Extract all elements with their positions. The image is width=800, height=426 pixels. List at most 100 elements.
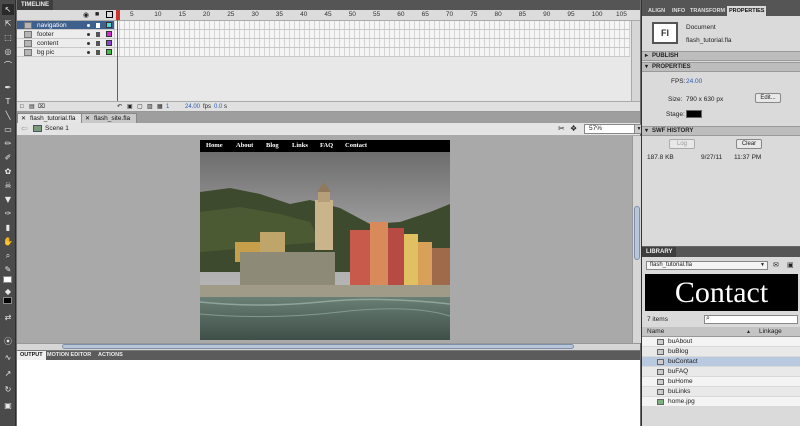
swap-colors-icon[interactable]: ⇄: [2, 312, 14, 323]
paint-bucket-tool-icon[interactable]: ▼: [2, 194, 14, 205]
layer-row[interactable]: navigation: [17, 21, 114, 30]
layer-row[interactable]: footer: [17, 30, 114, 39]
tab-transform[interactable]: TRANSFORM: [688, 6, 727, 16]
stage-background-photo[interactable]: [200, 152, 450, 340]
free-transform-tool-icon[interactable]: ⬚: [2, 32, 14, 43]
visibility-dot-icon[interactable]: [87, 42, 90, 45]
library-item[interactable]: buHome: [642, 377, 800, 387]
column-name-header[interactable]: Name: [647, 327, 664, 337]
edit-button[interactable]: Edit...: [755, 93, 781, 103]
smooth-icon[interactable]: ∿: [2, 352, 14, 363]
center-frame-icon[interactable]: ↶: [117, 102, 122, 112]
rectangle-tool-icon[interactable]: ▭: [2, 124, 14, 135]
visibility-dot-icon[interactable]: [87, 24, 90, 27]
pen-tool-icon[interactable]: ✒: [2, 82, 14, 93]
tab-motion-editor[interactable]: MOTION EDITOR: [44, 351, 94, 360]
hand-tool-icon[interactable]: ✋: [2, 236, 14, 247]
pencil-tool-icon[interactable]: ✏: [2, 138, 14, 149]
ink-bottle-icon[interactable]: ▣: [2, 400, 14, 411]
stroke-color-icon[interactable]: ✎: [2, 264, 14, 275]
edit-multiple-frames-icon[interactable]: ▧: [147, 102, 153, 112]
selection-tool-icon[interactable]: ↖: [2, 4, 14, 15]
fill-color-icon[interactable]: ◆: [2, 286, 14, 297]
sort-icon[interactable]: ▲: [746, 327, 751, 337]
frame-row[interactable]: [114, 30, 630, 39]
brush-tool-icon[interactable]: ✐: [2, 152, 14, 163]
stage-vertical-scrollbar[interactable]: [632, 136, 641, 343]
tab-library[interactable]: LIBRARY: [642, 247, 677, 257]
edit-symbols-icon[interactable]: ❖: [570, 124, 577, 133]
library-item[interactable]: home.jpg: [642, 397, 800, 407]
library-item[interactable]: buFAQ: [642, 367, 800, 377]
subselection-tool-icon[interactable]: ⇱: [2, 18, 14, 29]
tab-actions[interactable]: ACTIONS: [95, 351, 126, 360]
timeline-tab[interactable]: TIMELINE: [17, 0, 53, 10]
zoom-tool-icon[interactable]: ⌕: [2, 250, 14, 261]
lock-all-icon[interactable]: ■: [95, 11, 99, 18]
playhead[interactable]: [116, 10, 120, 102]
stage-nav-item[interactable]: FAQ: [320, 142, 333, 149]
stage-nav-item[interactable]: Contact: [345, 142, 367, 149]
show-hide-icon[interactable]: ◉: [83, 11, 89, 19]
stage-horizontal-scroll-thumb[interactable]: [62, 344, 574, 349]
zoom-select[interactable]: 57% ▼: [584, 124, 644, 134]
stage-nav-item[interactable]: About: [236, 142, 253, 149]
lock-icon[interactable]: [96, 50, 100, 55]
swf-history-section[interactable]: SWF HISTORY: [642, 126, 800, 136]
visibility-dot-icon[interactable]: [87, 33, 90, 36]
publish-section[interactable]: PUBLISH: [642, 51, 800, 61]
lock-icon[interactable]: [96, 23, 100, 28]
doc-tab-flash-site[interactable]: ✕ flash_site.fla: [81, 113, 138, 123]
new-folder-icon[interactable]: ▤: [29, 102, 35, 112]
timeline-fps[interactable]: 24.00: [185, 102, 200, 112]
edit-scene-icon[interactable]: ✂: [558, 124, 565, 133]
library-item[interactable]: buLinks: [642, 387, 800, 397]
deco-tool-icon[interactable]: ✿: [2, 166, 14, 177]
3d-rotation-tool-icon[interactable]: ◎: [2, 46, 14, 57]
eraser-tool-icon[interactable]: ▮: [2, 222, 14, 233]
timeline-vertical-scrollbar[interactable]: [631, 21, 640, 101]
stage-vertical-scroll-thumb[interactable]: [634, 206, 640, 260]
frame-ruler[interactable]: ◉ ■ 5 10 15 20 25 30 35 40 45 50 55 60 65 70 75 80 85 90 9…: [17, 10, 640, 21]
fill-color-swatch[interactable]: [3, 297, 12, 304]
frame-row[interactable]: [114, 39, 630, 48]
stage-nav-item[interactable]: Links: [292, 142, 308, 149]
column-linkage-header[interactable]: Linkage: [759, 327, 782, 337]
outline-color-icon[interactable]: [106, 22, 112, 28]
modify-markers-icon[interactable]: ▦: [157, 102, 163, 112]
line-tool-icon[interactable]: ╲: [2, 110, 14, 121]
stage-nav-item[interactable]: Blog: [266, 142, 279, 149]
tab-align[interactable]: ALIGN: [646, 6, 667, 16]
frame-row[interactable]: [114, 21, 630, 30]
outline-color-icon[interactable]: [106, 49, 112, 55]
bone-tool-icon[interactable]: ☠: [2, 180, 14, 191]
layer-row[interactable]: content: [17, 39, 114, 48]
frame-row[interactable]: [114, 48, 630, 57]
text-tool-icon[interactable]: T: [2, 96, 14, 107]
outline-color-icon[interactable]: [106, 31, 112, 37]
stage-color-swatch[interactable]: [686, 110, 702, 118]
library-item[interactable]: buContact: [642, 357, 800, 367]
motion-path-icon[interactable]: ↻: [2, 384, 14, 395]
onion-skin-icon[interactable]: ▣: [127, 102, 133, 112]
new-layer-icon[interactable]: □: [20, 102, 24, 112]
library-item[interactable]: buAbout: [642, 337, 800, 347]
eyedropper-tool-icon[interactable]: ✑: [2, 208, 14, 219]
tab-info[interactable]: INFO: [670, 6, 687, 16]
new-library-panel-icon[interactable]: ▣: [787, 261, 794, 269]
stage-nav-item[interactable]: Home: [206, 142, 223, 149]
library-file-select[interactable]: flash_tutorial.fla ▼: [646, 261, 768, 270]
stage[interactable]: Home About Blog Links FAQ Contact: [200, 140, 450, 340]
lasso-tool-icon[interactable]: ⌒: [2, 60, 14, 71]
frame-grid[interactable]: [114, 21, 630, 57]
clear-button[interactable]: Clear: [736, 139, 762, 149]
pin-library-icon[interactable]: ✉: [773, 261, 779, 269]
straighten-icon[interactable]: ↗: [2, 368, 14, 379]
back-arrow-icon[interactable]: ⇦: [21, 124, 28, 133]
tab-properties[interactable]: PROPERTIES: [727, 6, 767, 16]
outline-all-icon[interactable]: [106, 11, 113, 18]
stroke-color-swatch[interactable]: [3, 276, 12, 283]
fps-value[interactable]: 24.00: [686, 78, 702, 85]
library-item[interactable]: buBlog: [642, 347, 800, 357]
library-search-input[interactable]: ⌕: [704, 315, 798, 324]
